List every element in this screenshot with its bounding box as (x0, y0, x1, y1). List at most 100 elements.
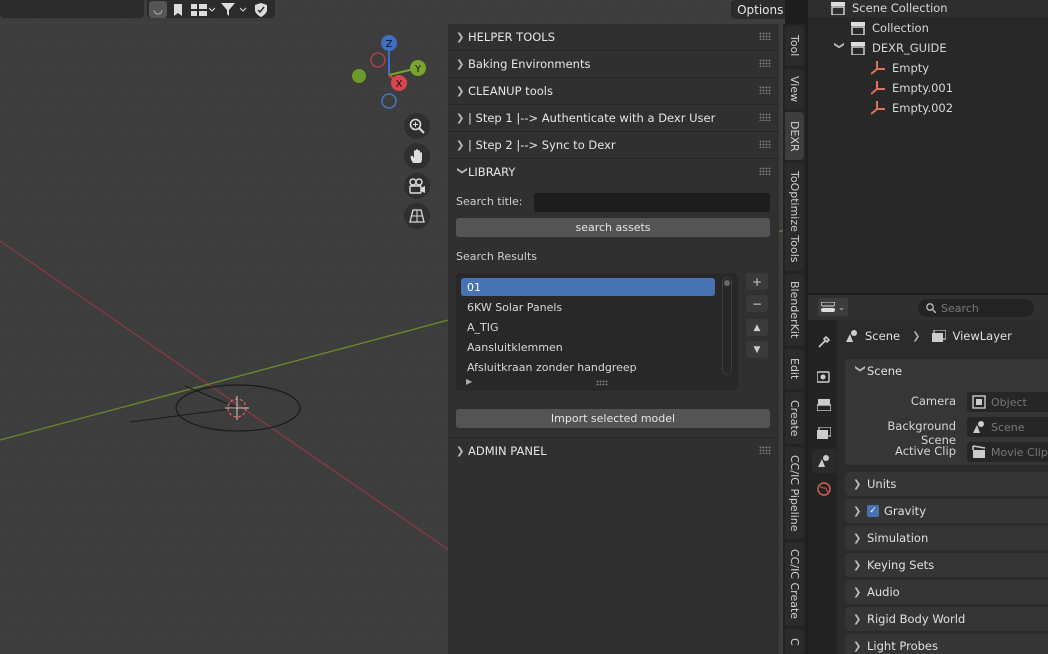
background-scene-field[interactable]: Scene (967, 417, 1048, 437)
panel-label: ADMIN PANEL (468, 444, 547, 458)
empty-axes-icon (870, 60, 886, 76)
filter-icon[interactable] (219, 1, 249, 18)
outliner-row-collection[interactable]: Collection (850, 18, 929, 38)
sidebar-panel: ❯ HELPER TOOLS ❯ Baking Environments ❯ C… (448, 24, 779, 654)
gravity-panel-header[interactable]: ❯ ✓ Gravity (845, 499, 1048, 523)
add-item-button[interactable]: + (746, 273, 768, 290)
drag-handle-icon[interactable] (759, 59, 771, 67)
list-resize-handle-icon[interactable] (596, 380, 608, 386)
rigid-body-world-panel-header[interactable]: ❯ Rigid Body World (845, 607, 1048, 631)
tool-settings-icon[interactable] (812, 330, 836, 354)
panel-label: LIBRARY (468, 165, 516, 179)
output-icon[interactable] (812, 393, 836, 417)
chevron-down-icon: ❯ (854, 364, 866, 373)
search-title-input[interactable] (534, 193, 770, 212)
zoom-icon[interactable] (404, 113, 430, 139)
panel-helper-tools[interactable]: ❯ HELPER TOOLS (448, 24, 779, 50)
camera-field[interactable]: Object (967, 392, 1048, 412)
panel-library[interactable]: ❯ LIBRARY (448, 159, 779, 185)
simulation-panel-header[interactable]: ❯ Simulation (845, 526, 1048, 550)
chevron-right-icon: ❯ (456, 112, 465, 124)
search-assets-button[interactable]: search assets (456, 218, 770, 237)
light-probes-panel-header[interactable]: ❯ Light Probes (845, 634, 1048, 654)
drag-handle-icon[interactable] (759, 446, 771, 454)
properties-search-input[interactable]: Search (918, 299, 1034, 317)
list-item[interactable]: Aansluitklemmen (461, 338, 715, 356)
panel-step2-sync[interactable]: ❯ | Step 2 |--> Sync to Dexr (448, 132, 779, 158)
object-icon (972, 395, 986, 409)
chevron-right-icon: ❯ (853, 559, 862, 571)
outliner-row-empty[interactable]: Empty (870, 58, 929, 78)
tab-dexr[interactable]: DEXR (785, 112, 804, 160)
expand-filter-icon[interactable]: ▶ (466, 377, 472, 386)
tab-tool[interactable]: Tool (785, 26, 804, 66)
gizmo-y-label: Y (414, 64, 422, 75)
panel-step1-authenticate[interactable]: ❯ | Step 1 |--> Authenticate with a Dexr… (448, 105, 779, 131)
audio-panel-header[interactable]: ❯ Audio (845, 580, 1048, 604)
perspective-grid-icon[interactable] (404, 203, 430, 229)
scene-icon[interactable] (812, 449, 836, 473)
outliner-row-empty-001[interactable]: Empty.001 (870, 78, 953, 98)
gravity-checkbox[interactable]: ✓ (867, 505, 879, 517)
scene-panel-header[interactable]: ❯ Scene (845, 359, 1048, 383)
render-icon[interactable] (812, 365, 836, 389)
tab-tooptimize-tools[interactable]: ToOptimize Tools (785, 163, 804, 271)
pan-hand-icon[interactable] (404, 143, 430, 169)
panel-baking-environments[interactable]: ❯ Baking Environments (448, 51, 779, 77)
drag-handle-icon[interactable] (759, 32, 771, 40)
chevron-right-icon: ❯ (456, 58, 465, 70)
drag-handle-icon[interactable] (759, 113, 771, 121)
units-panel-header[interactable]: ❯ Units (845, 472, 1048, 496)
list-item[interactable]: Afsluitkraan zonder handgreep (461, 358, 715, 376)
view-layer-icon[interactable] (812, 421, 836, 445)
move-up-button[interactable]: ▲ (746, 319, 768, 336)
tab-blenderkit[interactable]: BlenderKit (785, 274, 804, 346)
gizmo-z-label: Z (386, 39, 393, 50)
search-title-label: Search title: (456, 195, 523, 208)
toggle-icon (821, 302, 836, 312)
bookmark-icon[interactable] (169, 1, 187, 18)
outliner-row-empty-002[interactable]: Empty.002 (870, 98, 953, 118)
tab-c[interactable]: C (785, 629, 804, 654)
display-mode-icon[interactable] (189, 1, 217, 18)
scene-icon (846, 330, 857, 342)
panel-cleanup-tools[interactable]: ❯ CLEANUP tools (448, 78, 779, 104)
outliner-row-scene-collection[interactable]: Scene Collection (830, 0, 948, 18)
drag-handle-icon[interactable] (759, 167, 771, 175)
options-label: Options (737, 2, 784, 17)
options-dropdown[interactable]: Options ⌄ (731, 0, 785, 19)
list-scrollbar[interactable] (722, 277, 732, 375)
drag-handle-icon[interactable] (759, 86, 771, 94)
keying-sets-panel-header[interactable]: ❯ Keying Sets (845, 553, 1048, 577)
overlay-toggle-icon[interactable]: ◡ (149, 1, 167, 18)
chevron-right-icon: ❯ (853, 532, 862, 544)
tab-create[interactable]: Create (785, 392, 804, 444)
chevron-right-icon: ❯ (456, 85, 465, 97)
tab-ccic-create[interactable]: CC/IC Create (785, 542, 804, 626)
list-item[interactable]: 01 (461, 278, 715, 296)
list-item[interactable]: 6KW Solar Panels (461, 298, 715, 316)
chevron-down-icon[interactable]: ❯ (834, 41, 845, 49)
remove-item-button[interactable]: − (746, 295, 768, 312)
tab-view[interactable]: View (785, 69, 804, 109)
drag-handle-icon[interactable] (759, 140, 771, 148)
panel-admin[interactable]: ❯ ADMIN PANEL (448, 438, 779, 464)
editor-type-dropdown[interactable]: ⌄ (818, 298, 848, 316)
shield-icon[interactable] (251, 1, 271, 18)
panel-label: | Step 1 |--> Authenticate with a Dexr U… (468, 111, 716, 125)
navigation-gizmo[interactable]: Z Y X (345, 30, 435, 115)
search-results-list[interactable]: 01 6KW Solar Panels A_TIG Aansluitklemme… (456, 273, 738, 391)
tab-ccic-pipeline[interactable]: CC/IC Pipeline (785, 447, 804, 539)
header-bar-left (0, 0, 144, 18)
camera-view-icon[interactable] (404, 173, 430, 199)
list-item[interactable]: A_TIG (461, 318, 715, 336)
outliner-row-dexr-guide[interactable]: DEXR_GUIDE (850, 38, 947, 58)
view-layer-icon (932, 330, 947, 342)
scene-icon (973, 421, 984, 433)
import-selected-model-button[interactable]: Import selected model (456, 409, 770, 428)
tab-edit[interactable]: Edit (785, 349, 804, 389)
outliner[interactable]: Scene Collection Collection ❯ DEXR_GUIDE… (808, 0, 1048, 293)
world-icon[interactable] (812, 477, 836, 501)
move-down-button[interactable]: ▼ (746, 341, 768, 358)
active-clip-field[interactable]: Movie Clip (967, 442, 1048, 462)
